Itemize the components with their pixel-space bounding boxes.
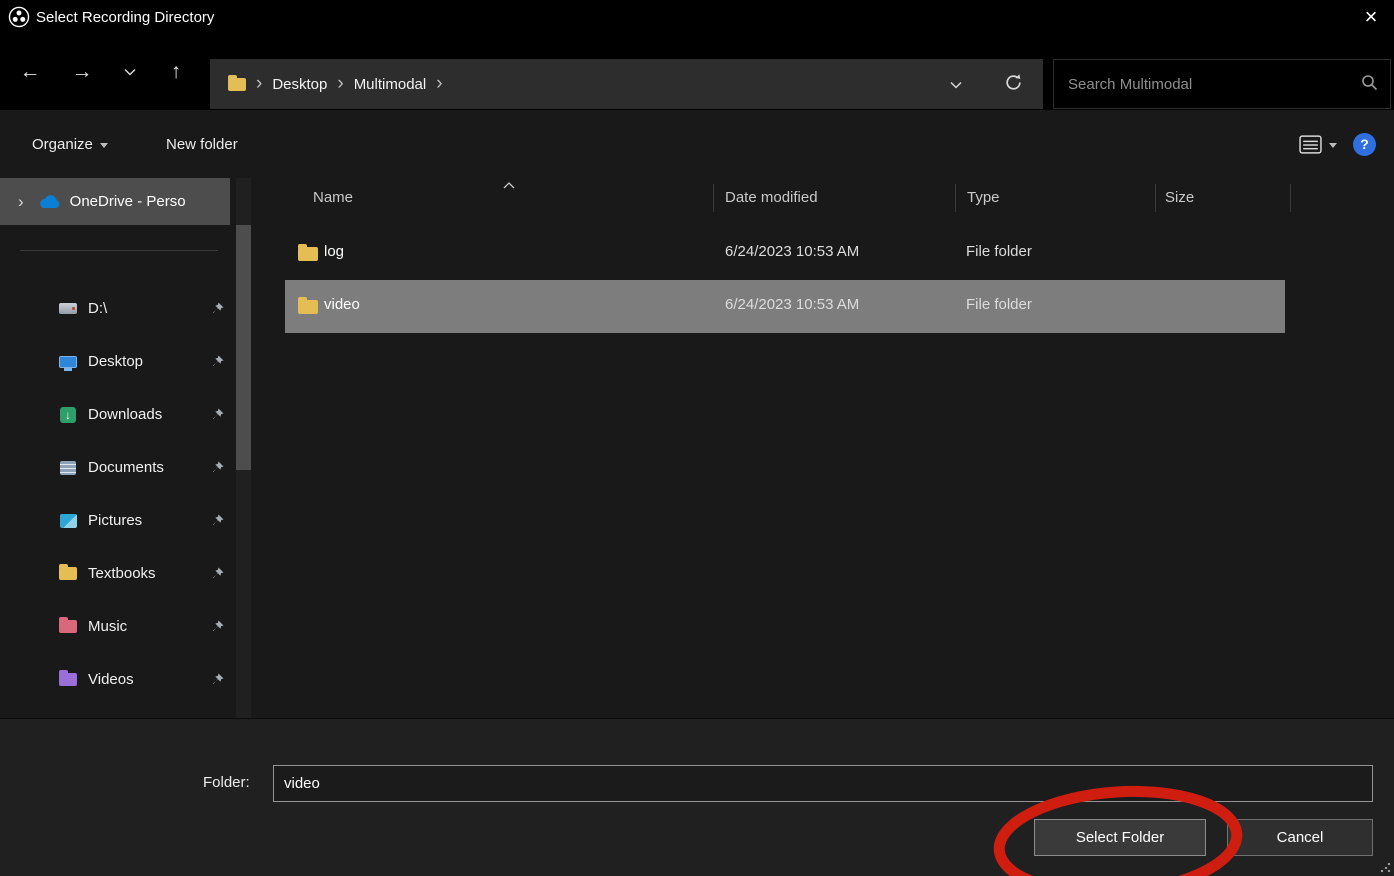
downloads-icon: ↓ [58,405,78,425]
window-title: Select Recording Directory [36,9,214,26]
obs-logo-icon [8,6,30,28]
pin-icon[interactable] [211,461,224,474]
column-header-size[interactable]: Size [1165,189,1194,206]
column-separator [713,184,714,212]
column-header-date-modified[interactable]: Date modified [725,189,818,206]
search-icon [1361,74,1378,95]
breadcrumb-separator: › [337,73,343,95]
select-folder-button[interactable]: Select Folder [1034,819,1206,856]
sidebar-item-videos[interactable]: Videos [0,653,260,706]
help-button[interactable]: ? [1353,133,1376,156]
new-folder-button[interactable]: New folder [166,110,238,178]
search-box [1053,59,1391,109]
address-dropdown-chevron-icon[interactable] [950,76,962,93]
pin-icon[interactable] [211,408,224,421]
onedrive-cloud-icon [38,194,62,210]
cancel-button[interactable]: Cancel [1227,819,1373,856]
pin-icon[interactable] [211,620,224,633]
up-button[interactable]: ↑ [160,56,192,88]
pin-icon[interactable] [211,355,224,368]
organize-caret-icon [100,143,108,148]
file-date-modified: 6/24/2023 10:53 AM [725,296,859,313]
sort-ascending-icon [503,176,515,193]
sidebar-item-label: Downloads [88,406,211,423]
sidebar-item-label: Documents [88,459,211,476]
close-icon[interactable]: × [1348,0,1394,34]
videos-folder-icon [58,670,78,690]
navigation-pane: › OneDrive - Perso D:\ Desktop [0,178,260,718]
column-header-name[interactable]: Name [313,189,353,206]
sidebar-item-label: Pictures [88,512,211,529]
sidebar-item-label: D:\ [88,300,211,317]
music-folder-icon [58,617,78,637]
folder-icon [298,247,318,261]
refresh-icon[interactable] [1004,73,1023,96]
desktop-icon [58,352,78,372]
file-list: Name Date modified Type Size log 6/24/20… [260,178,1394,718]
sidebar-items: D:\ Desktop ↓ Downloads Documents [0,282,260,706]
main-content: › OneDrive - Perso D:\ Desktop [0,178,1394,718]
folder-name-input[interactable] [273,765,1373,802]
breadcrumb-folder-icon [228,78,246,91]
sidebar-item-pictures[interactable]: Pictures [0,494,260,547]
column-separator [1290,184,1291,212]
folder-icon [58,564,78,584]
dialog-footer: Folder: Select Folder Cancel [0,718,1394,876]
breadcrumb-item-desktop[interactable]: Desktop [272,76,327,93]
search-input[interactable] [1066,75,1361,94]
sidebar-item-label: OneDrive - Perso [70,193,186,210]
view-caret-icon [1329,143,1337,148]
file-row-video[interactable]: video 6/24/2023 10:53 AM File folder [285,280,1285,333]
scrollbar-thumb[interactable] [236,225,251,470]
expand-chevron-icon[interactable]: › [18,192,24,212]
column-separator [955,184,956,212]
sidebar-item-d-drive[interactable]: D:\ [0,282,260,335]
sidebar-divider [20,250,218,251]
drive-icon [58,299,78,319]
folder-icon [298,300,318,314]
organize-button[interactable]: Organize [32,110,108,178]
pin-icon[interactable] [211,302,224,315]
change-view-button[interactable] [1299,135,1337,154]
file-row-log[interactable]: log 6/24/2023 10:53 AM File folder [285,227,1285,280]
sidebar-item-label: Videos [88,671,211,688]
sidebar-item-label: Desktop [88,353,211,370]
documents-icon [58,458,78,478]
sidebar-item-documents[interactable]: Documents [0,441,260,494]
pin-icon[interactable] [211,673,224,686]
back-button[interactable]: ← [14,56,46,88]
resize-grip[interactable] [1380,862,1391,873]
breadcrumb-separator: › [256,73,262,95]
pin-icon[interactable] [211,514,224,527]
sidebar-item-label: Music [88,618,211,635]
sidebar-item-textbooks[interactable]: Textbooks [0,547,260,600]
column-header-type[interactable]: Type [967,189,1000,206]
forward-button[interactable]: → [66,56,98,88]
sidebar-item-music[interactable]: Music [0,600,260,653]
file-name: video [324,296,360,313]
recent-locations-chevron-icon[interactable] [114,56,146,88]
breadcrumb[interactable]: › Desktop › Multimodal › [210,59,1043,109]
pictures-icon [58,511,78,531]
sidebar-item-desktop[interactable]: Desktop [0,335,260,388]
file-type: File folder [966,296,1032,313]
pin-icon[interactable] [211,567,224,580]
column-headers: Name Date modified Type Size [260,178,1394,220]
title-bar: Select Recording Directory × [0,0,1394,34]
file-name: log [324,243,344,260]
command-bar: Organize New folder ? [0,110,1394,178]
file-type: File folder [966,243,1032,260]
file-dialog-window: Select Recording Directory × ← → ↑ › Des… [0,0,1394,876]
folder-label: Folder: [203,774,250,791]
sidebar-item-onedrive[interactable]: › OneDrive - Perso [0,178,230,225]
sidebar-scrollbar[interactable] [236,178,251,718]
column-separator [1155,184,1156,212]
breadcrumb-separator: › [436,73,442,95]
navigation-bar: ← → ↑ › Desktop › Multimodal › [0,34,1394,110]
sidebar-item-label: Textbooks [88,565,211,582]
breadcrumb-item-multimodal[interactable]: Multimodal [354,76,427,93]
organize-label: Organize [32,136,93,153]
file-date-modified: 6/24/2023 10:53 AM [725,243,859,260]
sidebar-item-downloads[interactable]: ↓ Downloads [0,388,260,441]
